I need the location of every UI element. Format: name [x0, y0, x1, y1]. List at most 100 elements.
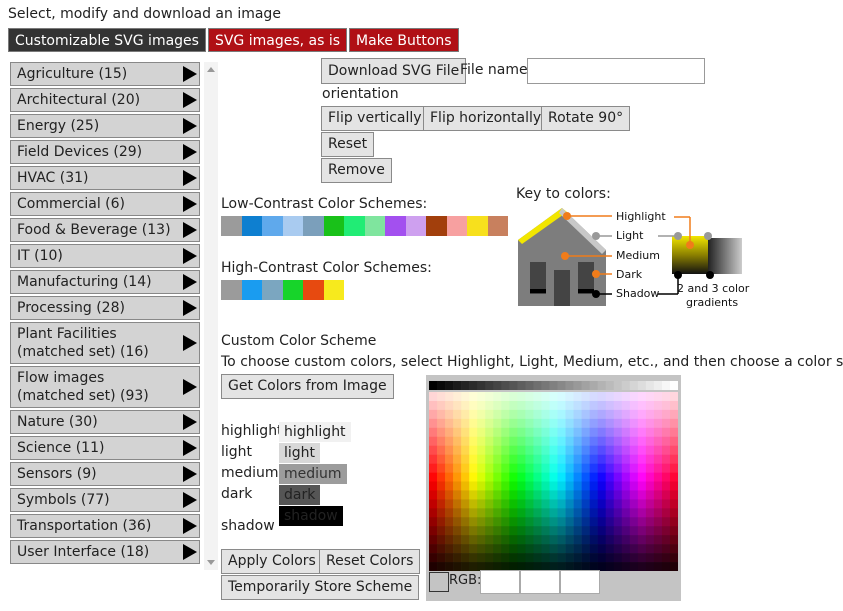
palette-swatch[interactable] — [453, 436, 462, 446]
palette-swatch[interactable] — [541, 418, 550, 429]
palette-swatch[interactable] — [509, 481, 518, 491]
scheme-swatch[interactable] — [364, 216, 385, 236]
palette-swatch[interactable] — [581, 517, 590, 527]
palette-swatch[interactable] — [509, 499, 518, 509]
palette-swatch[interactable] — [581, 400, 590, 411]
palette-swatch[interactable] — [533, 499, 542, 509]
palette-swatch[interactable] — [629, 526, 639, 536]
palette-swatch[interactable] — [653, 392, 663, 402]
palette-swatch[interactable] — [541, 499, 550, 509]
palette-swatch[interactable] — [549, 463, 558, 473]
palette-swatch[interactable] — [541, 381, 550, 390]
palette-swatch[interactable] — [637, 392, 647, 402]
palette-swatch[interactable] — [469, 472, 478, 482]
palette-swatch[interactable] — [517, 392, 526, 402]
palette-swatch[interactable] — [629, 535, 639, 545]
palette-swatch[interactable] — [629, 427, 639, 438]
palette-swatch[interactable] — [477, 535, 486, 545]
palette-swatch[interactable] — [669, 409, 678, 420]
palette-swatch[interactable] — [517, 526, 526, 536]
palette-swatch[interactable] — [469, 517, 478, 527]
palette-swatch[interactable] — [557, 409, 566, 420]
palette-swatch[interactable] — [581, 481, 590, 491]
palette-swatch[interactable] — [525, 454, 534, 464]
palette-swatch[interactable] — [493, 553, 502, 563]
palette-swatch[interactable] — [661, 409, 671, 420]
palette-swatch[interactable] — [533, 490, 542, 500]
shadow-swatch[interactable]: shadow — [279, 506, 343, 526]
scheme-swatch[interactable] — [323, 216, 344, 236]
palette-swatch[interactable] — [525, 392, 534, 402]
palette-swatch[interactable] — [621, 392, 631, 402]
palette-swatch[interactable] — [653, 409, 663, 420]
palette-swatch[interactable] — [573, 553, 582, 563]
palette-swatch[interactable] — [621, 562, 631, 571]
palette-swatch[interactable] — [613, 553, 623, 563]
palette-swatch[interactable] — [437, 526, 446, 536]
palette-swatch[interactable] — [637, 381, 647, 390]
palette-swatch[interactable] — [637, 463, 647, 473]
palette-swatch[interactable] — [493, 526, 502, 536]
palette-swatch[interactable] — [453, 409, 462, 420]
palette-swatch[interactable] — [589, 381, 598, 390]
palette-swatch[interactable] — [469, 392, 478, 402]
scheme-swatch[interactable] — [487, 216, 508, 236]
palette-swatch[interactable] — [581, 499, 590, 509]
palette-swatch[interactable] — [437, 418, 446, 429]
palette-swatch[interactable] — [477, 436, 486, 446]
scheme-swatch[interactable] — [344, 216, 365, 236]
palette-swatch[interactable] — [461, 472, 470, 482]
palette-swatch[interactable] — [661, 392, 671, 402]
palette-swatch[interactable] — [573, 454, 582, 464]
palette-swatch[interactable] — [453, 553, 462, 563]
palette-swatch[interactable] — [653, 508, 663, 518]
palette-swatch[interactable] — [477, 490, 486, 500]
color-swatch-grid[interactable] — [429, 381, 678, 571]
palette-swatch[interactable] — [493, 392, 502, 402]
palette-swatch[interactable] — [581, 392, 590, 402]
palette-swatch[interactable] — [437, 445, 446, 455]
palette-swatch[interactable] — [469, 445, 478, 455]
palette-swatch[interactable] — [621, 535, 631, 545]
palette-swatch[interactable] — [509, 427, 518, 438]
palette-swatch[interactable] — [509, 392, 518, 402]
palette-swatch[interactable] — [565, 409, 574, 420]
palette-swatch[interactable] — [597, 499, 607, 509]
palette-swatch[interactable] — [645, 427, 655, 438]
palette-swatch[interactable] — [613, 562, 623, 571]
palette-swatch[interactable] — [565, 553, 574, 563]
palette-swatch[interactable] — [597, 381, 607, 390]
palette-swatch[interactable] — [533, 454, 542, 464]
remove-button[interactable]: Remove — [321, 158, 392, 183]
palette-swatch[interactable] — [573, 544, 582, 554]
palette-swatch[interactable] — [461, 553, 470, 563]
palette-swatch[interactable] — [637, 400, 647, 411]
palette-swatch[interactable] — [509, 400, 518, 411]
palette-swatch[interactable] — [509, 553, 518, 563]
palette-swatch[interactable] — [453, 535, 462, 545]
palette-swatch[interactable] — [437, 490, 446, 500]
flip-vertically-button[interactable]: Flip vertically — [321, 106, 429, 131]
palette-swatch[interactable] — [573, 535, 582, 545]
palette-swatch[interactable] — [653, 481, 663, 491]
palette-swatch[interactable] — [517, 481, 526, 491]
palette-swatch[interactable] — [605, 392, 615, 402]
category-item[interactable]: Energy (25) — [10, 114, 200, 138]
palette-swatch[interactable] — [549, 544, 558, 554]
palette-swatch[interactable] — [573, 508, 582, 518]
palette-swatch[interactable] — [501, 436, 510, 446]
scheme-swatch[interactable] — [426, 216, 447, 236]
palette-swatch[interactable] — [525, 400, 534, 411]
palette-swatch[interactable] — [477, 544, 486, 554]
palette-swatch[interactable] — [445, 481, 454, 491]
palette-swatch[interactable] — [485, 418, 494, 429]
palette-swatch[interactable] — [597, 445, 607, 455]
palette-swatch[interactable] — [637, 499, 647, 509]
palette-swatch[interactable] — [613, 526, 623, 536]
palette-swatch[interactable] — [581, 445, 590, 455]
scheme-swatch[interactable] — [282, 216, 303, 236]
download-svg-button[interactable]: Download SVG File — [321, 58, 467, 84]
palette-swatch[interactable] — [453, 418, 462, 429]
palette-swatch[interactable] — [653, 418, 663, 429]
palette-swatch[interactable] — [549, 454, 558, 464]
